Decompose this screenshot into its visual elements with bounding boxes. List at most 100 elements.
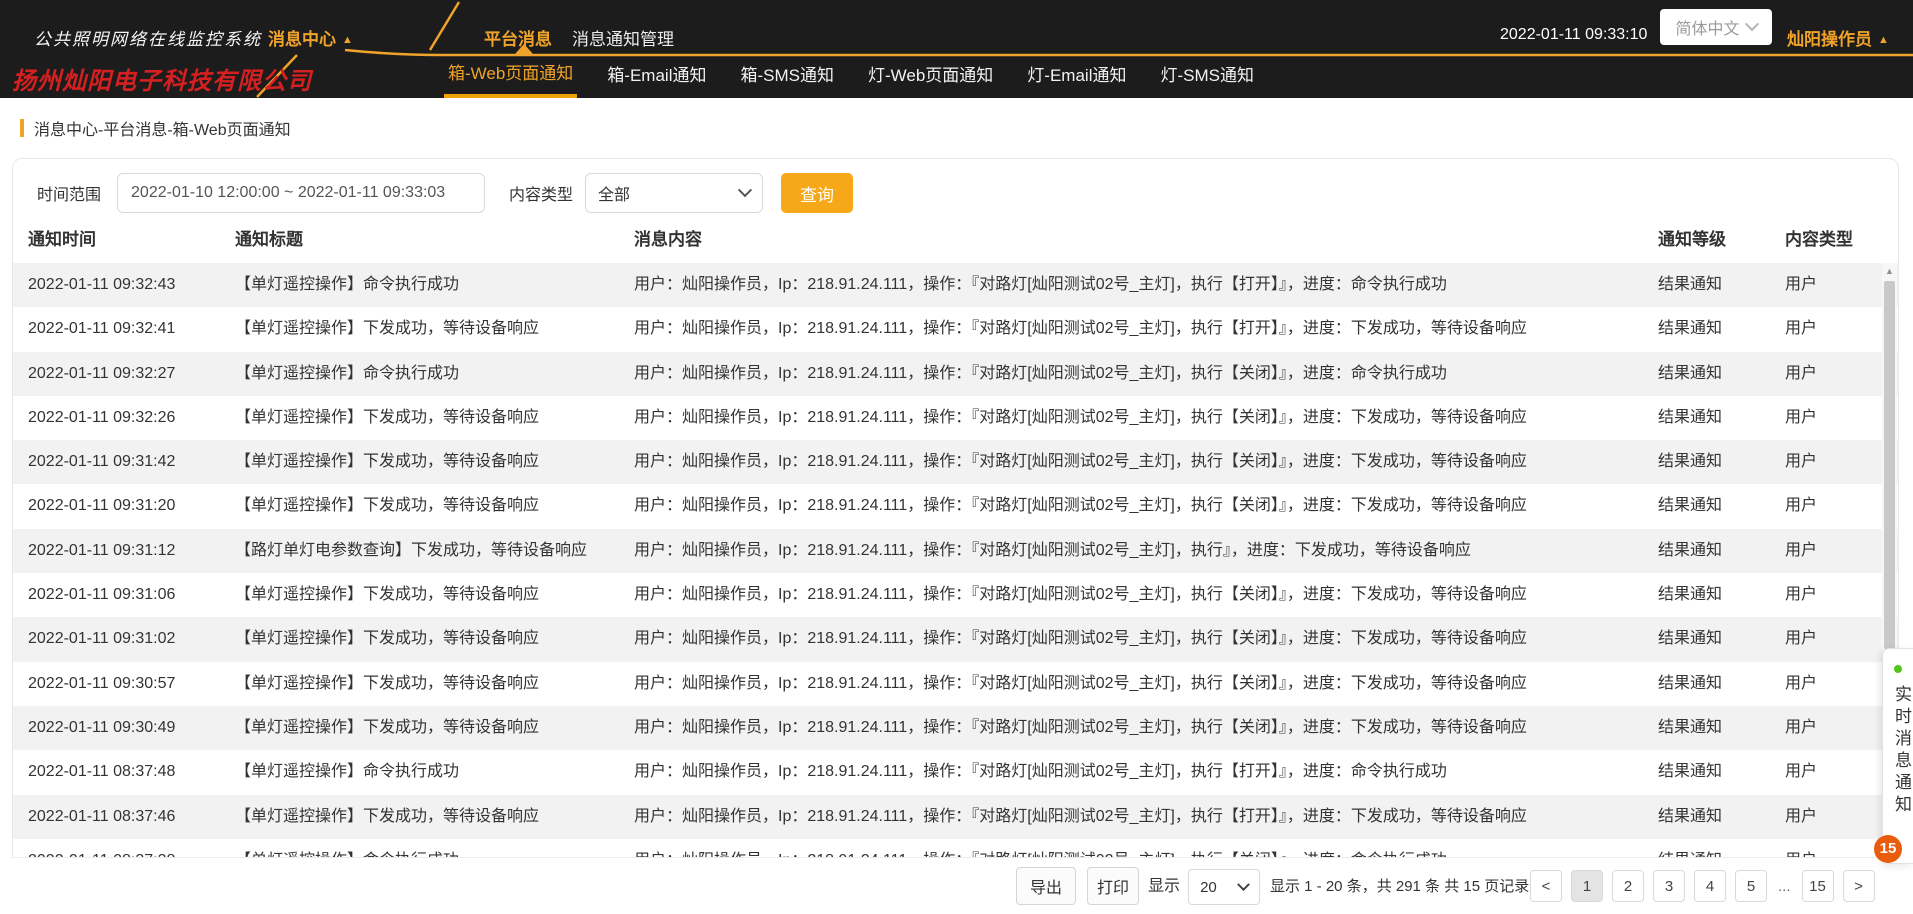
cell-c1: 2022-01-11 09:31:06 [28, 573, 175, 617]
cell-c3: 用户：灿阳操作员，Ip：218.91.24.111，操作：『对路灯[灿阳测试02… [634, 662, 1527, 706]
cell-c1: 2022-01-11 09:30:49 [28, 706, 175, 750]
pager-page-4[interactable]: 4 [1694, 870, 1726, 902]
top-tabs: 平台消息消息通知管理 [484, 25, 674, 50]
table-row[interactable]: 2022-01-11 09:32:41 【单灯遥控操作】下发成功，等待设备响应 用户… [13, 307, 1898, 351]
cell-c3: 用户：灿阳操作员，Ip：218.91.24.111，操作：『对路灯[灿阳测试02… [634, 484, 1527, 528]
cell-c3: 用户：灿阳操作员，Ip：218.91.24.111，操作：『对路灯[灿阳测试02… [634, 307, 1527, 351]
cell-c1: 2022-01-11 09:32:43 [28, 263, 175, 307]
cell-c3: 用户：灿阳操作员，Ip：218.91.24.111，操作：『对路灯[灿阳测试02… [634, 573, 1527, 617]
cell-c5: 用户 [1785, 706, 1817, 750]
header: 公共照明网络在线监控系统 消息中心▲ 平台消息消息通知管理 2022-01-11… [0, 0, 1913, 98]
scrollbar-up-icon[interactable]: ▲ [1882, 266, 1897, 276]
table-row[interactable]: 2022-01-11 09:31:20 【单灯遥控操作】下发成功，等待设备响应 用户… [13, 484, 1898, 528]
col-header-title: 通知标题 [235, 216, 303, 263]
online-status-dot [1894, 665, 1902, 673]
pager-prev-button[interactable]: < [1530, 870, 1562, 902]
sub-tab-箱-Email通知[interactable]: 箱-Email通知 [603, 53, 710, 98]
pager-page-1[interactable]: 1 [1571, 870, 1603, 902]
cell-c5: 用户 [1785, 617, 1817, 661]
company-logo-text: 扬州灿阳电子科技有限公司 [12, 61, 312, 96]
live-message-tab[interactable]: 实时消息通知 15 [1882, 648, 1913, 864]
table-row[interactable]: 2022-01-11 09:32:26 【单灯遥控操作】下发成功，等待设备响应 用户… [13, 396, 1898, 440]
pagination-summary: 显示 1 - 20 条，共 291 条 共 15 页记录 [1270, 858, 1529, 914]
cell-c1: 2022-01-11 09:31:42 [28, 440, 175, 484]
cell-c2: 【单灯遥控操作】下发成功，等待设备响应 [235, 396, 539, 440]
table-row[interactable]: 2022-01-11 08:37:46【单灯遥控操作】下发成功，等待设备响应用户… [13, 795, 1898, 839]
cell-c1: 2022-01-11 09:32:26 [28, 396, 175, 440]
table-row[interactable]: 2022-01-11 09:30:49 【单灯遥控操作】下发成功，等待设备响应 用户… [13, 706, 1898, 750]
unread-count-badge: 15 [1874, 835, 1902, 863]
cell-c2: 【单灯遥控操作】下发成功，等待设备响应 [235, 662, 539, 706]
cell-c3: 用户：灿阳操作员，Ip：218.91.24.111，操作：『对路灯[灿阳测试02… [634, 263, 1447, 307]
cell-c2: 【单灯遥控操作】下发成功，等待设备响应 [235, 307, 539, 351]
cell-c5: 用户 [1785, 396, 1817, 440]
filter-row: 时间范围 2022-01-10 12:00:00 ~ 2022-01-11 09… [37, 173, 853, 213]
header-datetime: 2022-01-11 09:33:10 [1500, 26, 1647, 44]
cell-c4: 结果通知 [1658, 795, 1722, 839]
print-button[interactable]: 打印 [1087, 867, 1139, 905]
time-range-label: 时间范围 [37, 181, 101, 205]
chevron-down-icon [738, 183, 752, 197]
cell-c5: 用户 [1785, 839, 1817, 858]
pager-page-15[interactable]: 15 [1802, 870, 1834, 902]
page-size-select[interactable]: 20 [1188, 869, 1260, 905]
table-row[interactable]: 2022-01-11 08:37:38【单灯遥控操作】命令执行成功用户：灿阳操作… [13, 839, 1898, 858]
cell-c5: 用户 [1785, 352, 1817, 396]
time-range-input[interactable]: 2022-01-10 12:00:00 ~ 2022-01-11 09:33:0… [117, 173, 485, 213]
cell-c5: 用户 [1785, 307, 1817, 351]
cell-c1: 2022-01-11 09:32:41 [28, 307, 175, 351]
cell-c3: 用户：灿阳操作员，Ip：218.91.24.111，操作：『对路灯[灿阳测试02… [634, 396, 1527, 440]
app-root: 公共照明网络在线监控系统 消息中心▲ 平台消息消息通知管理 2022-01-11… [0, 0, 1913, 914]
cell-c2: 【单灯遥控操作】下发成功，等待设备响应 [235, 484, 539, 528]
pager-page-2[interactable]: 2 [1612, 870, 1644, 902]
query-button[interactable]: 查询 [781, 173, 853, 213]
cell-c4: 结果通知 [1658, 529, 1722, 573]
cell-c4: 结果通知 [1658, 352, 1722, 396]
sub-tab-灯-Web页面通知[interactable]: 灯-Web页面通知 [864, 53, 997, 98]
table-row[interactable]: 2022-01-11 09:31:42【单灯遥控操作】下发成功，等待设备响应用户… [13, 440, 1898, 484]
sub-tab-箱-Web页面通知[interactable]: 箱-Web页面通知 [444, 53, 577, 98]
cell-c5: 用户 [1785, 263, 1817, 307]
cell-c1: 2022-01-11 09:31:02 [28, 617, 175, 661]
user-menu[interactable]: 灿阳操作员▲ [1787, 25, 1889, 50]
pagination-bar: 导出 打印 显示 20 显示 1 - 20 条，共 291 条 共 15 页记录… [12, 857, 1899, 914]
language-select[interactable]: 简体中文 [1660, 9, 1772, 45]
col-header-content: 消息内容 [634, 216, 702, 263]
table-row[interactable]: 2022-01-11 08:37:48【单灯遥控操作】命令执行成功用户：灿阳操作… [13, 750, 1898, 794]
pager-page-5[interactable]: 5 [1735, 870, 1767, 902]
scrollbar-thumb[interactable] [1884, 281, 1895, 649]
notification-sub-tabs: 箱-Web页面通知箱-Email通知箱-SMS通知灯-Web页面通知灯-Emai… [444, 53, 1258, 98]
top-tab-平台消息[interactable]: 平台消息 [484, 25, 552, 50]
content-panel: 时间范围 2022-01-10 12:00:00 ~ 2022-01-11 09… [12, 158, 1899, 914]
table-row[interactable]: 2022-01-11 09:31:06【单灯遥控操作】下发成功，等待设备响应用户… [13, 573, 1898, 617]
cell-c3: 用户：灿阳操作员，Ip：218.91.24.111，操作：『对路灯[灿阳测试02… [634, 839, 1447, 858]
breadcrumb: 消息中心-平台消息-箱-Web页面通知 [20, 117, 291, 139]
pager-page-3[interactable]: 3 [1653, 870, 1685, 902]
content-type-select[interactable]: 全部 [585, 173, 763, 213]
cell-c4: 结果通知 [1658, 617, 1722, 661]
table-row[interactable]: 2022-01-11 09:30:57【单灯遥控操作】下发成功，等待设备响应用户… [13, 662, 1898, 706]
sub-tab-箱-SMS通知[interactable]: 箱-SMS通知 [736, 53, 838, 98]
cell-c4: 结果通知 [1658, 484, 1722, 528]
cell-c4: 结果通知 [1658, 706, 1722, 750]
cell-c4: 结果通知 [1658, 307, 1722, 351]
page-size-label: 显示 [1148, 858, 1180, 914]
cell-c1: 2022-01-11 08:37:46 [28, 795, 175, 839]
cell-c3: 用户：灿阳操作员，Ip：218.91.24.111，操作：『对路灯[灿阳测试02… [634, 617, 1527, 661]
cell-c1: 2022-01-11 09:31:20 [28, 484, 175, 528]
pager-next-button[interactable]: > [1843, 870, 1875, 902]
cell-c2: 【单灯遥控操作】命令执行成功 [235, 839, 459, 858]
table-row[interactable]: 2022-01-11 09:31:02【单灯遥控操作】下发成功，等待设备响应用户… [13, 617, 1898, 661]
chevron-up-icon: ▲ [1878, 34, 1889, 46]
top-tab-消息通知管理[interactable]: 消息通知管理 [572, 25, 674, 50]
table-row[interactable]: 2022-01-11 09:32:43【单灯遥控操作】命令执行成功用户：灿阳操作… [13, 263, 1898, 307]
cell-c3: 用户：灿阳操作员，Ip：218.91.24.111，操作：『对路灯[灿阳测试02… [634, 352, 1447, 396]
export-button[interactable]: 导出 [1016, 867, 1076, 905]
message-center-menu[interactable]: 消息中心▲ [268, 25, 353, 50]
cell-c2: 【路灯单灯电参数查询】下发成功，等待设备响应 [235, 529, 587, 573]
sub-tab-灯-SMS通知[interactable]: 灯-SMS通知 [1156, 53, 1258, 98]
cell-c2: 【单灯遥控操作】下发成功，等待设备响应 [235, 706, 539, 750]
table-row[interactable]: 2022-01-11 09:32:27【单灯遥控操作】命令执行成功用户：灿阳操作… [13, 352, 1898, 396]
table-row[interactable]: 2022-01-11 09:31:12【路灯单灯电参数查询】下发成功，等待设备响… [13, 529, 1898, 573]
sub-tab-灯-Email通知[interactable]: 灯-Email通知 [1023, 53, 1130, 98]
